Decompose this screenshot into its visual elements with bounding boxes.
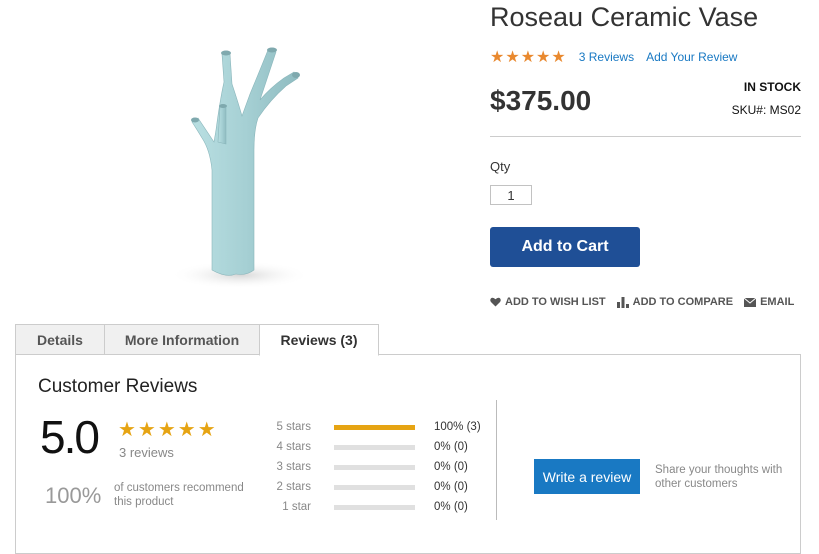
rating-bar-4[interactable]: 4 stars 0% (0) <box>270 440 468 454</box>
heart-icon <box>490 297 501 307</box>
bar-label: 1 star <box>282 501 311 513</box>
bar-track <box>334 424 415 430</box>
bar-track <box>334 464 415 470</box>
qty-input[interactable] <box>490 185 532 205</box>
recommend-percentage: 100% <box>45 483 102 508</box>
vertical-divider <box>496 400 497 520</box>
rating-bar-1[interactable]: 1 star 0% (0) <box>270 500 468 514</box>
share-thoughts-text: Share your thoughts with other customers <box>655 464 783 490</box>
bar-chart-icon <box>616 296 629 308</box>
email-link[interactable]: EMAIL <box>744 296 794 308</box>
qty-label: Qty <box>490 159 511 174</box>
add-review-link[interactable]: Add Your Review <box>646 50 737 64</box>
bar-track <box>334 484 415 490</box>
recommend-text: of customers recommend this product <box>114 482 244 508</box>
stock-status: IN STOCK <box>743 80 801 94</box>
wishlist-label: ADD TO WISH LIST <box>505 296 606 308</box>
bar-label: 5 stars <box>276 421 311 433</box>
compare-label: ADD TO COMPARE <box>632 296 734 308</box>
rating-stars: ★★★★★ <box>490 49 567 66</box>
bar-track <box>334 444 415 450</box>
add-to-cart-button[interactable]: Add to Cart <box>490 227 640 267</box>
average-rating: 5.0 <box>40 411 100 463</box>
bar-value: 0% (0) <box>434 501 468 513</box>
customer-reviews-heading: Customer Reviews <box>38 376 198 397</box>
bar-value: 0% (0) <box>434 481 468 493</box>
product-title: Roseau Ceramic Vase <box>490 2 759 32</box>
reviews-link[interactable]: 3 Reviews <box>579 50 634 64</box>
rating-bar-3[interactable]: 3 stars 0% (0) <box>270 460 468 474</box>
product-actions: ADD TO WISH LIST ADD TO COMPARE EMAIL <box>490 296 794 308</box>
average-rating-stars: ★★★★★ <box>118 419 218 441</box>
bar-fill <box>334 424 415 430</box>
write-review-button[interactable]: Write a review <box>534 459 640 494</box>
product-sku: SKU#: MS02 <box>731 103 801 117</box>
add-to-compare-link[interactable]: ADD TO COMPARE <box>616 296 734 308</box>
envelope-icon <box>744 297 757 307</box>
add-to-wishlist-link[interactable]: ADD TO WISH LIST <box>490 296 606 308</box>
bar-label: 3 stars <box>276 461 311 473</box>
bar-value: 0% (0) <box>434 441 468 453</box>
bar-track <box>334 504 415 510</box>
rating-bar-5[interactable]: 5 stars 100% (3) <box>270 420 481 434</box>
rating-summary: ★★★★★ 3 Reviews Add Your Review <box>490 47 737 67</box>
rating-bar-2[interactable]: 2 stars 0% (0) <box>270 480 468 494</box>
tab-reviews[interactable]: Reviews (3) <box>259 324 379 356</box>
ceramic-vase-image <box>150 20 350 320</box>
tab-details[interactable]: Details <box>15 324 105 355</box>
bar-label: 2 stars <box>276 481 311 493</box>
bar-value: 0% (0) <box>434 461 468 473</box>
review-count: 3 reviews <box>119 445 174 460</box>
tab-more-information[interactable]: More Information <box>104 324 260 355</box>
bar-label: 4 stars <box>276 441 311 453</box>
bar-value: 100% (3) <box>434 421 481 433</box>
email-label: EMAIL <box>760 296 795 308</box>
product-price: $375.00 <box>490 85 592 116</box>
divider <box>490 136 801 137</box>
